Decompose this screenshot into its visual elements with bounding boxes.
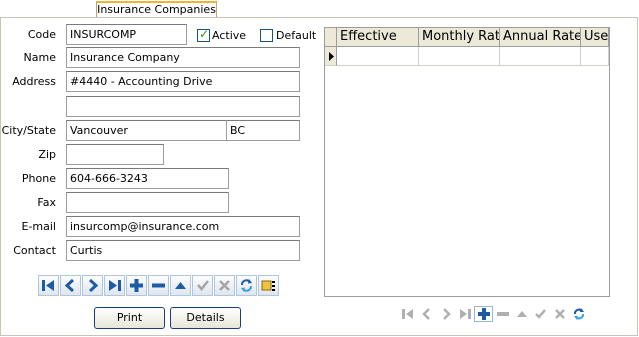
details-button[interactable]: Details [170, 307, 241, 329]
next-icon [88, 279, 99, 292]
grid-delete-button [493, 306, 512, 322]
first-icon [42, 280, 54, 291]
record-navigator [38, 275, 279, 296]
prev-icon [64, 279, 75, 292]
col-annual-rate[interactable]: Annual Rate [500, 28, 581, 47]
edit-record-button[interactable] [170, 275, 191, 296]
active-checkbox[interactable]: ✓ [197, 27, 210, 42]
contact-label: Contact [13, 244, 56, 257]
default-label: Default [276, 29, 317, 42]
refresh-icon [573, 308, 584, 320]
default-checkbox[interactable] [260, 29, 273, 42]
next-icon [442, 308, 451, 320]
grid-first-button [398, 306, 417, 322]
last-record-button[interactable] [104, 275, 125, 296]
refresh-icon [241, 279, 252, 292]
add-icon [477, 308, 490, 320]
add-icon [130, 279, 143, 292]
up-icon [175, 282, 186, 289]
cancel-record-button [214, 275, 235, 296]
grid-cancel-button [550, 306, 569, 322]
rates-grid[interactable]: Effective Monthly Rate Annual Rate Use [324, 27, 610, 297]
cancel-icon [219, 280, 230, 291]
tab-strip: Insurance Companies [0, 0, 639, 18]
grid-next-button [436, 306, 455, 322]
prev-icon [421, 308, 430, 320]
phone-label: Phone [21, 172, 56, 185]
col-effective[interactable]: Effective [337, 28, 419, 47]
grid-header: Effective Monthly Rate Annual Rate Use [325, 28, 609, 47]
code-label: Code [27, 28, 56, 41]
state-field[interactable]: BC [226, 120, 300, 141]
last-icon [109, 280, 121, 291]
first-icon [401, 309, 413, 319]
zip-label: Zip [38, 148, 56, 161]
cancel-icon [554, 309, 565, 319]
search-icon [261, 280, 275, 291]
refresh-button[interactable] [236, 275, 257, 296]
cell-effective[interactable] [337, 47, 419, 66]
cell-annual-rate[interactable] [500, 47, 581, 66]
grid-last-button [455, 306, 474, 322]
name-field[interactable]: Insurance Company [66, 47, 300, 68]
cell-use[interactable] [581, 47, 609, 66]
email-field[interactable]: insurcomp@insurance.com [66, 216, 300, 237]
city-field[interactable]: Vancouver [66, 120, 227, 141]
up-icon [516, 311, 527, 317]
code-field[interactable]: INSURCOMP [66, 24, 187, 45]
active-label: Active [212, 29, 247, 42]
fax-field[interactable] [66, 192, 229, 213]
prev-record-button[interactable] [60, 275, 81, 296]
confirm-icon [535, 309, 546, 319]
delete-icon [496, 312, 509, 316]
contact-field[interactable]: Curtis [66, 240, 300, 261]
fax-label: Fax [37, 196, 56, 209]
grid-edit-button [512, 306, 531, 322]
phone-field[interactable]: 604-666-3243 [66, 168, 229, 189]
check-icon: ✓ [199, 27, 210, 41]
grid-post-button [531, 306, 550, 322]
citystate-label: City/State [1, 124, 56, 137]
col-use[interactable]: Use [581, 28, 609, 47]
row-indicator [325, 47, 337, 66]
next-record-button[interactable] [82, 275, 103, 296]
grid-prev-button [417, 306, 436, 322]
cell-monthly-rate[interactable] [419, 47, 500, 66]
col-monthly-rate[interactable]: Monthly Rate [419, 28, 500, 47]
confirm-icon [196, 280, 209, 291]
search-button[interactable] [258, 275, 279, 296]
delete-icon [152, 283, 165, 288]
add-record-button[interactable] [126, 275, 147, 296]
grid-add-button[interactable] [474, 306, 493, 322]
first-record-button[interactable] [38, 275, 59, 296]
print-button[interactable]: Print [94, 307, 165, 329]
grid-navigator [398, 306, 588, 322]
email-label: E-mail [21, 220, 57, 233]
table-row[interactable] [325, 47, 609, 66]
current-row-icon [329, 52, 334, 61]
delete-record-button[interactable] [148, 275, 169, 296]
last-icon [459, 309, 471, 319]
tab-insurance-companies[interactable]: Insurance Companies [96, 1, 217, 17]
zip-field[interactable] [66, 144, 164, 165]
grid-corner [325, 28, 337, 47]
address-label: Address [12, 75, 56, 88]
address-line2-field[interactable] [66, 96, 300, 117]
name-label: Name [23, 51, 56, 64]
post-record-button [192, 275, 213, 296]
address-line1-field[interactable]: #4440 - Accounting Drive [66, 71, 300, 92]
grid-refresh-button[interactable] [569, 306, 588, 322]
